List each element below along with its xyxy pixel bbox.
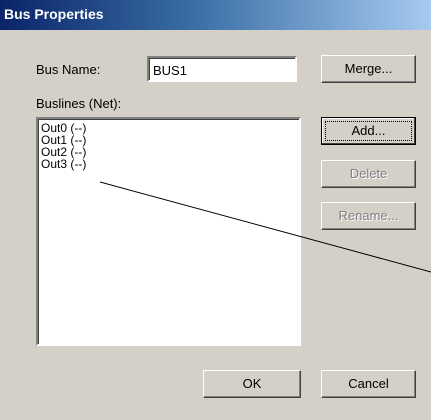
bus-properties-dialog: Bus Properties Bus Name: Merge... Buslin… xyxy=(0,0,431,420)
callout-leader-line xyxy=(99,181,431,273)
callout-line xyxy=(99,181,431,273)
